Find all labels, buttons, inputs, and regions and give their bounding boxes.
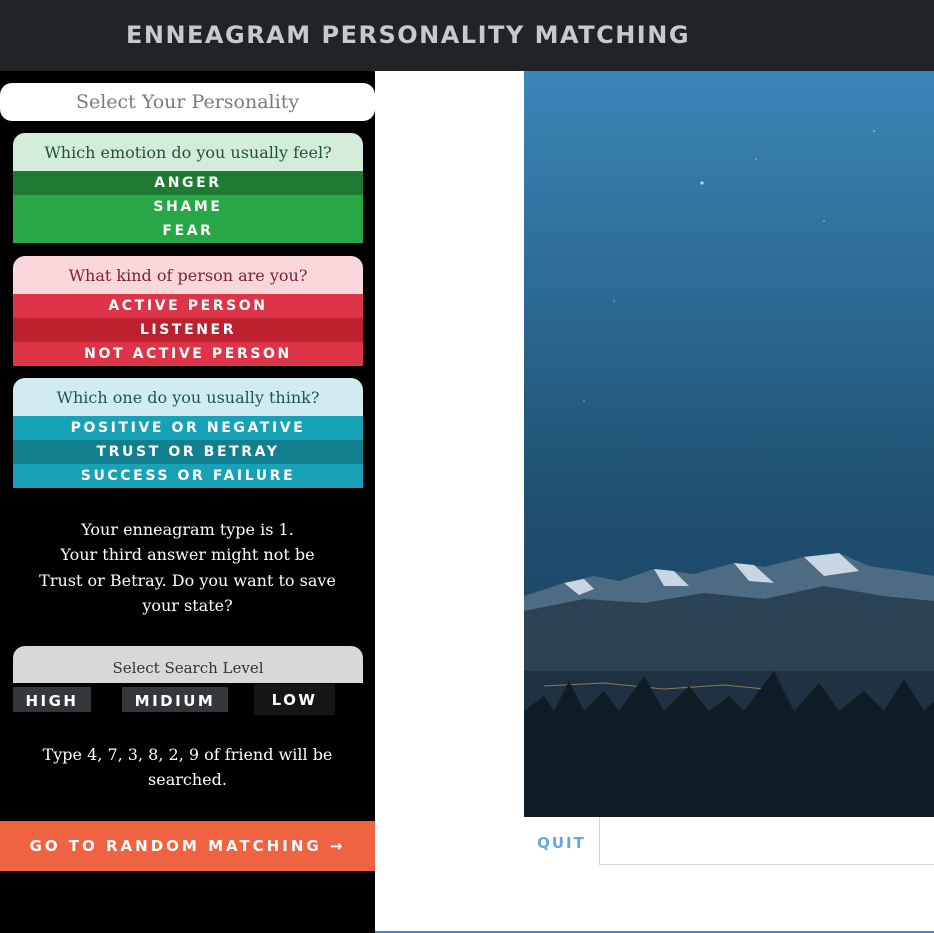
random-matching-button[interactable]: GO TO RANDOM MATCHING → <box>0 821 375 871</box>
search-level-high-button[interactable]: HIGH <box>13 687 91 712</box>
sidebar: Select Your Personality Which emotion do… <box>0 71 375 933</box>
search-note-line: searched. <box>148 770 227 789</box>
quit-button[interactable]: QUIT <box>524 817 600 865</box>
search-note-line: Type 4, 7, 3, 8, 2, 9 of friend will be <box>42 745 333 764</box>
option-success-or-failure-button[interactable]: SUCCESS OR FAILURE <box>13 464 363 488</box>
result-line: Your enneagram type is 1. <box>81 520 294 539</box>
option-trust-or-betray-button[interactable]: TRUST OR BETRAY <box>13 440 363 464</box>
option-not-active-person-button[interactable]: NOT ACTIVE PERSON <box>13 342 363 366</box>
mountain-night-illustration <box>524 130 934 817</box>
option-listener-button[interactable]: LISTENER <box>13 318 363 342</box>
divider <box>600 864 934 865</box>
search-level-low-button[interactable]: LOW <box>254 684 335 715</box>
person-question: What kind of person are you? <box>13 256 363 294</box>
emotion-question: Which emotion do you usually feel? <box>13 133 363 171</box>
person-question-card: What kind of person are you? ACTIVE PERS… <box>13 256 363 366</box>
option-shame-button[interactable]: SHAME <box>13 195 363 219</box>
result-line: Your third answer might not be <box>60 545 315 565</box>
option-fear-button[interactable]: FEAR <box>13 219 363 243</box>
think-question-card: Which one do you usually think? POSITIVE… <box>13 378 363 488</box>
select-personality-label: Select Your Personality <box>0 83 375 121</box>
emotion-question-card: Which emotion do you usually feel? ANGER… <box>13 133 363 243</box>
result-line: Trust or Betray. Do you want to save <box>39 570 336 590</box>
result-message: Your enneagram type is 1. Your third ans… <box>30 517 345 618</box>
option-active-person-button[interactable]: ACTIVE PERSON <box>13 294 363 318</box>
think-question: Which one do you usually think? <box>13 378 363 416</box>
search-note: Type 4, 7, 3, 8, 2, 9 of friend will be … <box>30 742 345 792</box>
top-bar: ENNEAGRAM PERSONALITY MATCHING <box>0 0 934 71</box>
option-positive-or-negative-button[interactable]: POSITIVE OR NEGATIVE <box>13 416 363 440</box>
result-line: your state? <box>142 595 233 615</box>
search-level-label: Select Search Level <box>13 646 363 683</box>
option-anger-button[interactable]: ANGER <box>13 171 363 195</box>
search-level-medium-button[interactable]: MIDIUM <box>122 687 228 712</box>
hero-image <box>524 71 934 817</box>
page-title: ENNEAGRAM PERSONALITY MATCHING <box>125 21 691 49</box>
